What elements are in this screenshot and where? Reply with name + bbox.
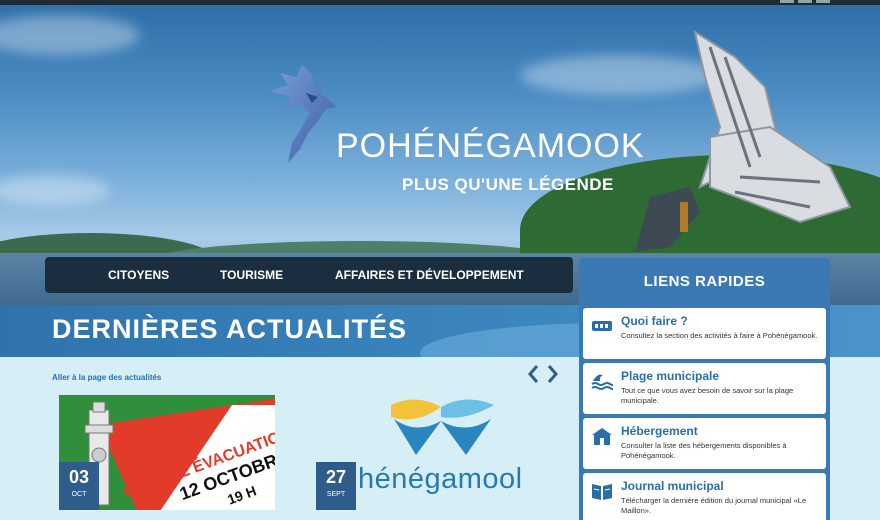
quick-link-hebergement[interactable]: Hébergement Consulter la liste des héber… [583,418,826,469]
date-badge: 03 OCT [59,462,99,510]
nav-item-citoyens[interactable]: CITOYENS [108,268,169,282]
top-bar-icon[interactable] [798,0,812,3]
quick-link-journal[interactable]: Journal municipal Télécharger la dernièr… [583,473,826,520]
quick-link-desc: Consultez la section des activités à fai… [621,331,818,340]
house-icon [592,428,612,445]
quick-link-desc: Consulter la liste des hébergements disp… [621,441,787,460]
main-navigation: CITOYENS TOURISME AFFAIRES ET DÉVELOPPEM… [45,257,573,293]
town-logo-text: hénégamool [358,463,523,495]
nav-item-tourisme[interactable]: TOURISME [220,268,283,282]
top-bar-icon[interactable] [816,0,830,3]
news-carousel-arrows [526,363,560,385]
quick-link-title: Hébergement [621,424,698,438]
next-arrow-icon[interactable] [546,363,560,385]
quick-link-title: Journal municipal [621,479,724,493]
top-bar-icon[interactable] [780,0,794,3]
quick-link-desc: Tout ce que vous avez besoin de savoir s… [621,386,794,405]
quick-link-desc: Télécharger la dernière édition du journ… [621,496,807,515]
quick-link-quoi-faire[interactable]: Quoi faire ? Consultez la section des ac… [583,308,826,359]
cloud [0,15,140,55]
ticket-icon [592,321,612,331]
butterfly-sculpture [635,29,852,252]
date-day: 03 [68,467,90,487]
prev-arrow-icon[interactable] [526,363,540,385]
quick-links-title: LIENS RAPIDES [643,273,766,290]
date-month: SEPT [326,491,346,498]
dragon-logo-icon [270,65,336,163]
quick-link-plage[interactable]: Plage municipale Tout ce que vous avez b… [583,363,826,414]
town-logo-icon [391,399,494,455]
nav-item-affaires[interactable]: AFFAIRES ET DÉVELOPPEMENT [335,268,524,282]
cloud [0,175,110,205]
date-badge: 27 SEPT [316,462,356,510]
date-month: OCT [71,491,87,498]
news-section-title: DERNIÈRES ACTUALITÉS [52,314,408,344]
quick-link-title: Plage municipale [621,369,720,383]
all-news-link[interactable]: Aller à la page des actualités [52,373,161,382]
wave-icon [591,374,613,390]
quick-link-title: Quoi faire ? [621,314,688,328]
top-bar-icons [780,0,830,3]
date-day: 27 [325,467,347,487]
brand-title: POHÉNÉGAMOOK [336,127,645,165]
book-icon [592,484,612,500]
brand-tagline: PLUS QU'UNE LÉGENDE [402,175,614,194]
quick-links-panel: LIENS RAPIDES Quoi faire ? Consultez la … [579,258,830,520]
